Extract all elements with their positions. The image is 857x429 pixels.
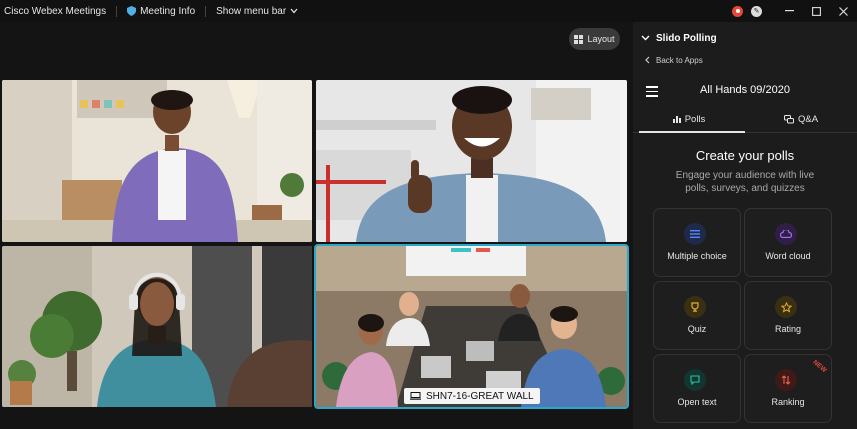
show-menu-bar-label: Show menu bar [216, 5, 287, 17]
star-icon [775, 296, 797, 318]
chat-icon [684, 369, 706, 391]
divider [116, 5, 118, 17]
back-to-apps-link[interactable]: Back to Apps [633, 54, 857, 66]
participant-video [316, 80, 627, 242]
device-icon [410, 392, 421, 400]
poll-type-ranking[interactable]: NEW Ranking [744, 354, 832, 423]
panel-title: Slido Polling [656, 32, 717, 44]
new-badge: NEW [811, 358, 828, 375]
list-icon [684, 223, 706, 245]
poll-type-multiple-choice[interactable]: Multiple choice [653, 208, 741, 277]
tab-qa[interactable]: Q&A [745, 106, 857, 132]
close-button[interactable] [830, 0, 857, 22]
chevron-down-icon [290, 8, 298, 14]
menu-icon[interactable] [646, 86, 658, 100]
maximize-icon [812, 6, 821, 16]
maximize-button[interactable] [803, 0, 830, 22]
back-label: Back to Apps [656, 55, 703, 65]
meeting-info-button[interactable]: Meeting Info [127, 6, 195, 17]
ranking-icon [775, 369, 797, 391]
video-stage: Layout SHN7-16-GREAT WALL [0, 22, 633, 429]
app-name: Cisco Webex Meetings [4, 5, 107, 17]
chevron-left-icon [645, 56, 650, 64]
panel-tabs: Polls Q&A [633, 106, 857, 133]
recording-icon[interactable] [732, 5, 743, 17]
poll-type-label: Word cloud [765, 251, 811, 261]
tab-polls-label: Polls [684, 113, 706, 125]
create-polls-title: Create your polls [695, 148, 795, 163]
trophy-icon [684, 296, 706, 318]
create-polls-subtitle: Engage your audience with live polls, su… [675, 170, 815, 194]
tab-polls[interactable]: Polls [633, 106, 745, 133]
shield-icon [127, 6, 137, 16]
divider [205, 5, 207, 17]
video-tile-participant-1[interactable] [2, 80, 312, 242]
poll-type-open-text[interactable]: Open text [653, 354, 741, 423]
bar-chart-icon [672, 116, 681, 123]
panel-header[interactable]: Slido Polling [633, 22, 857, 54]
show-menu-bar-button[interactable]: Show menu bar [216, 6, 298, 17]
chat-bubbles-icon [783, 114, 794, 123]
title-bar: Cisco Webex Meetings Meeting Info Show m… [0, 0, 857, 22]
participant-video [2, 246, 312, 407]
poll-type-quiz[interactable]: Quiz [653, 281, 741, 350]
cloud-icon [775, 223, 797, 245]
poll-type-label: Open text [677, 397, 717, 407]
tool-icon[interactable]: ✎ [751, 5, 762, 17]
room-name-badge: SHN7-16-GREAT WALL [404, 388, 540, 404]
minimize-button[interactable] [776, 0, 803, 22]
chevron-down-icon [641, 35, 650, 41]
app-title: Cisco Webex Meetings [4, 6, 106, 17]
room-name-label: SHN7-16-GREAT WALL [426, 390, 534, 402]
meeting-info-label: Meeting Info [140, 5, 196, 17]
video-tile-room[interactable]: SHN7-16-GREAT WALL [316, 246, 627, 407]
video-tile-participant-2[interactable] [316, 80, 627, 242]
event-header: All Hands 09/2020 [633, 79, 857, 101]
close-icon [839, 6, 848, 16]
poll-type-label: Ranking [771, 397, 805, 407]
poll-type-word-cloud[interactable]: Word cloud [744, 208, 832, 277]
poll-type-rating[interactable]: Rating [744, 281, 832, 350]
poll-type-label: Multiple choice [667, 251, 727, 261]
slido-panel: Slido Polling Back to Apps All Hands 09/… [633, 22, 857, 429]
tab-qa-label: Q&A [797, 113, 819, 125]
video-tile-participant-3[interactable] [2, 246, 312, 407]
event-title: All Hands 09/2020 [700, 84, 790, 96]
poll-type-label: Quiz [687, 324, 707, 334]
layout-label: Layout [587, 34, 615, 44]
room-video [316, 246, 627, 407]
participant-video [2, 80, 312, 242]
minimize-icon [785, 10, 794, 12]
layout-button[interactable]: Layout [569, 28, 620, 50]
poll-type-label: Rating [774, 324, 801, 334]
layout-icon [574, 34, 584, 44]
